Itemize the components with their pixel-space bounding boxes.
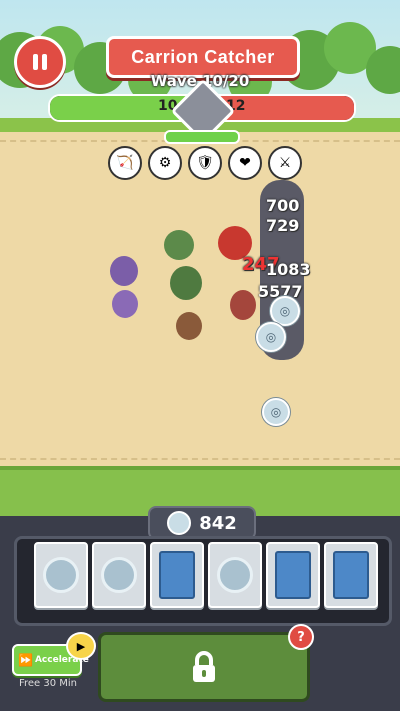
slot-card[interactable] [266,542,320,608]
ally-archer [170,266,202,300]
currency-display: 842 [148,506,256,540]
slot-card[interactable] [324,542,378,608]
slot-coin[interactable] [92,542,146,608]
unit-card-icon [275,551,311,599]
damage-number: 729 [266,216,300,235]
slot-coin[interactable] [208,542,262,608]
cannon-buff-icon[interactable]: ⚙ [148,146,182,180]
unit-card-icon [159,551,195,599]
archer-buff-icon[interactable]: 🏹 [108,146,142,180]
wave-progress-pill [164,130,240,144]
heart-buff-icon[interactable]: ❤ [228,146,262,180]
damage-number: 1083 [266,260,311,279]
merge-slots [34,542,378,608]
coin-currency-icon [167,511,192,535]
ally-archer [164,230,194,260]
currency-amount: 842 [199,512,237,534]
enemy-soldier [230,290,256,320]
slot-card[interactable] [150,542,204,608]
buff-row: 🏹 ⚙ 🛡 ❤ ⚔ [108,146,302,180]
coin-icon[interactable]: ◎ [262,398,290,426]
tower-buff-icon[interactable]: 🛡 [188,146,222,180]
accelerate-free-text: Free 30 Min [18,678,78,689]
damage-number: 700 [266,196,300,215]
lock-icon [193,651,215,682]
fast-forward-icon: ⏩ [18,653,33,667]
coin-icon [43,557,79,593]
pause-icon [33,54,47,70]
slot-coin[interactable] [34,542,88,608]
battlefield [0,132,400,472]
coin-icon [217,557,253,593]
ally-wizard [112,290,138,318]
ally-soldier [176,312,202,340]
help-button[interactable]: ? [288,624,314,650]
coin-icon [101,557,137,593]
coin-icon[interactable]: ◎ [256,322,286,352]
ally-wizard [110,256,138,286]
warrior-buff-icon[interactable]: ⚔ [268,146,302,180]
unit-card-icon [333,551,369,599]
locked-slot-button[interactable] [98,632,310,702]
field-border-bottom [0,458,400,460]
video-ad-icon: ▶ [66,632,96,660]
